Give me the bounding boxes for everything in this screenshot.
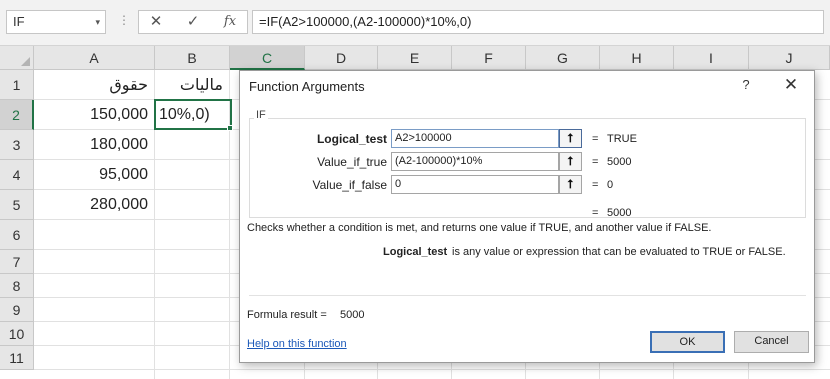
arg-label-logical-test: Logical_test xyxy=(316,132,387,146)
column-header-e[interactable]: E xyxy=(378,46,452,70)
name-box[interactable]: IF ▾ xyxy=(6,10,106,34)
collapse-dialog-icon[interactable]: ⭡ xyxy=(559,175,582,194)
argument-description-text: is any value or expression that can be e… xyxy=(452,246,786,258)
column-header-i[interactable]: I xyxy=(674,46,749,70)
column-header-c[interactable]: C xyxy=(230,46,305,70)
arg-label-value-if-false: Value_if_false xyxy=(312,178,388,192)
cell-a5[interactable]: 280,000 xyxy=(34,190,155,220)
row-header-3[interactable]: 3 xyxy=(0,130,34,160)
row-header-8[interactable]: 8 xyxy=(0,274,34,298)
formula-result-label: Formula result = xyxy=(247,309,327,321)
value-if-true-result: 5000 xyxy=(607,156,632,168)
row-header-7[interactable]: 7 xyxy=(0,250,34,274)
collapse-dialog-icon[interactable]: ⭡ xyxy=(559,152,582,171)
row-header-9[interactable]: 9 xyxy=(0,298,34,322)
divider xyxy=(249,295,806,296)
function-description: Checks whether a condition is met, and r… xyxy=(247,222,712,234)
column-header-b[interactable]: B xyxy=(155,46,230,70)
insert-function-icon[interactable]: fx xyxy=(219,13,241,31)
formula-input[interactable]: =IF(A2>100000,(A2-100000)*10%,0) xyxy=(252,10,824,34)
enter-icon[interactable]: ✓ xyxy=(184,13,202,31)
cell-a3[interactable]: 180,000 xyxy=(34,130,155,160)
arg-label-value-if-true: Value_if_true xyxy=(317,155,387,169)
function-arguments-dialog: Function Arguments ? ✕ IF Logical_test A… xyxy=(239,70,815,363)
formula-result-value: 5000 xyxy=(340,309,365,321)
cell-a4[interactable]: 95,000 xyxy=(34,160,155,190)
name-box-text: IF xyxy=(13,14,25,29)
column-header-a[interactable]: A xyxy=(34,46,155,70)
ok-button[interactable]: OK xyxy=(650,331,725,353)
value-if-true-input[interactable]: (A2-100000)*10% xyxy=(391,152,559,171)
cell-a1[interactable]: حقوق xyxy=(34,70,155,100)
row-header-10[interactable]: 10 xyxy=(0,322,34,346)
equals-sign: = xyxy=(592,207,599,219)
formula-buttons: ✕ ✓ fx xyxy=(138,10,248,34)
cell-a2[interactable]: 150,000 xyxy=(34,100,155,130)
logical-test-result: TRUE xyxy=(607,133,637,145)
drag-handle-icon[interactable]: ⋮ xyxy=(118,14,130,26)
close-icon[interactable]: ✕ xyxy=(780,75,802,95)
value-if-false-input[interactable]: 0 xyxy=(391,175,559,194)
value-if-false-result: 0 xyxy=(607,179,614,191)
chevron-down-icon[interactable]: ▾ xyxy=(95,11,100,33)
help-on-function-link[interactable]: Help on this function xyxy=(247,338,347,350)
row-header-2[interactable]: 2 xyxy=(0,100,34,130)
row-header-6[interactable]: 6 xyxy=(0,220,34,250)
row-header-4[interactable]: 4 xyxy=(0,160,34,190)
cell-b1[interactable]: مالیات xyxy=(155,70,230,100)
overall-result: 5000 xyxy=(607,207,632,219)
fill-handle[interactable] xyxy=(227,125,233,131)
help-icon[interactable]: ? xyxy=(736,77,756,92)
argument-description-name: Logical_test xyxy=(383,246,448,258)
equals-sign: = xyxy=(592,133,599,145)
column-header-f[interactable]: F xyxy=(452,46,526,70)
active-cell-border xyxy=(154,99,232,130)
logical-test-input[interactable]: A2>100000 xyxy=(391,129,559,148)
equals-sign: = xyxy=(592,179,599,191)
row-header-11[interactable]: 11 xyxy=(0,346,34,370)
cancel-button[interactable]: Cancel xyxy=(734,331,809,353)
column-header-g[interactable]: G xyxy=(526,46,600,70)
formula-bar: IF ▾ ⋮ ✕ ✓ fx =IF(A2>100000,(A2-100000)*… xyxy=(0,0,830,46)
select-all-button[interactable] xyxy=(0,46,34,70)
collapse-dialog-icon[interactable]: ⭡ xyxy=(559,129,582,148)
function-name-label: IF xyxy=(254,109,268,121)
column-header-j[interactable]: J xyxy=(749,46,830,70)
row-header-5[interactable]: 5 xyxy=(0,190,34,220)
column-header-h[interactable]: H xyxy=(600,46,674,70)
dialog-title: Function Arguments xyxy=(249,79,365,94)
equals-sign: = xyxy=(592,156,599,168)
column-header-d[interactable]: D xyxy=(305,46,378,70)
row-header-1[interactable]: 1 xyxy=(0,70,34,100)
cancel-icon[interactable]: ✕ xyxy=(147,13,165,31)
select-all-icon xyxy=(21,57,30,66)
